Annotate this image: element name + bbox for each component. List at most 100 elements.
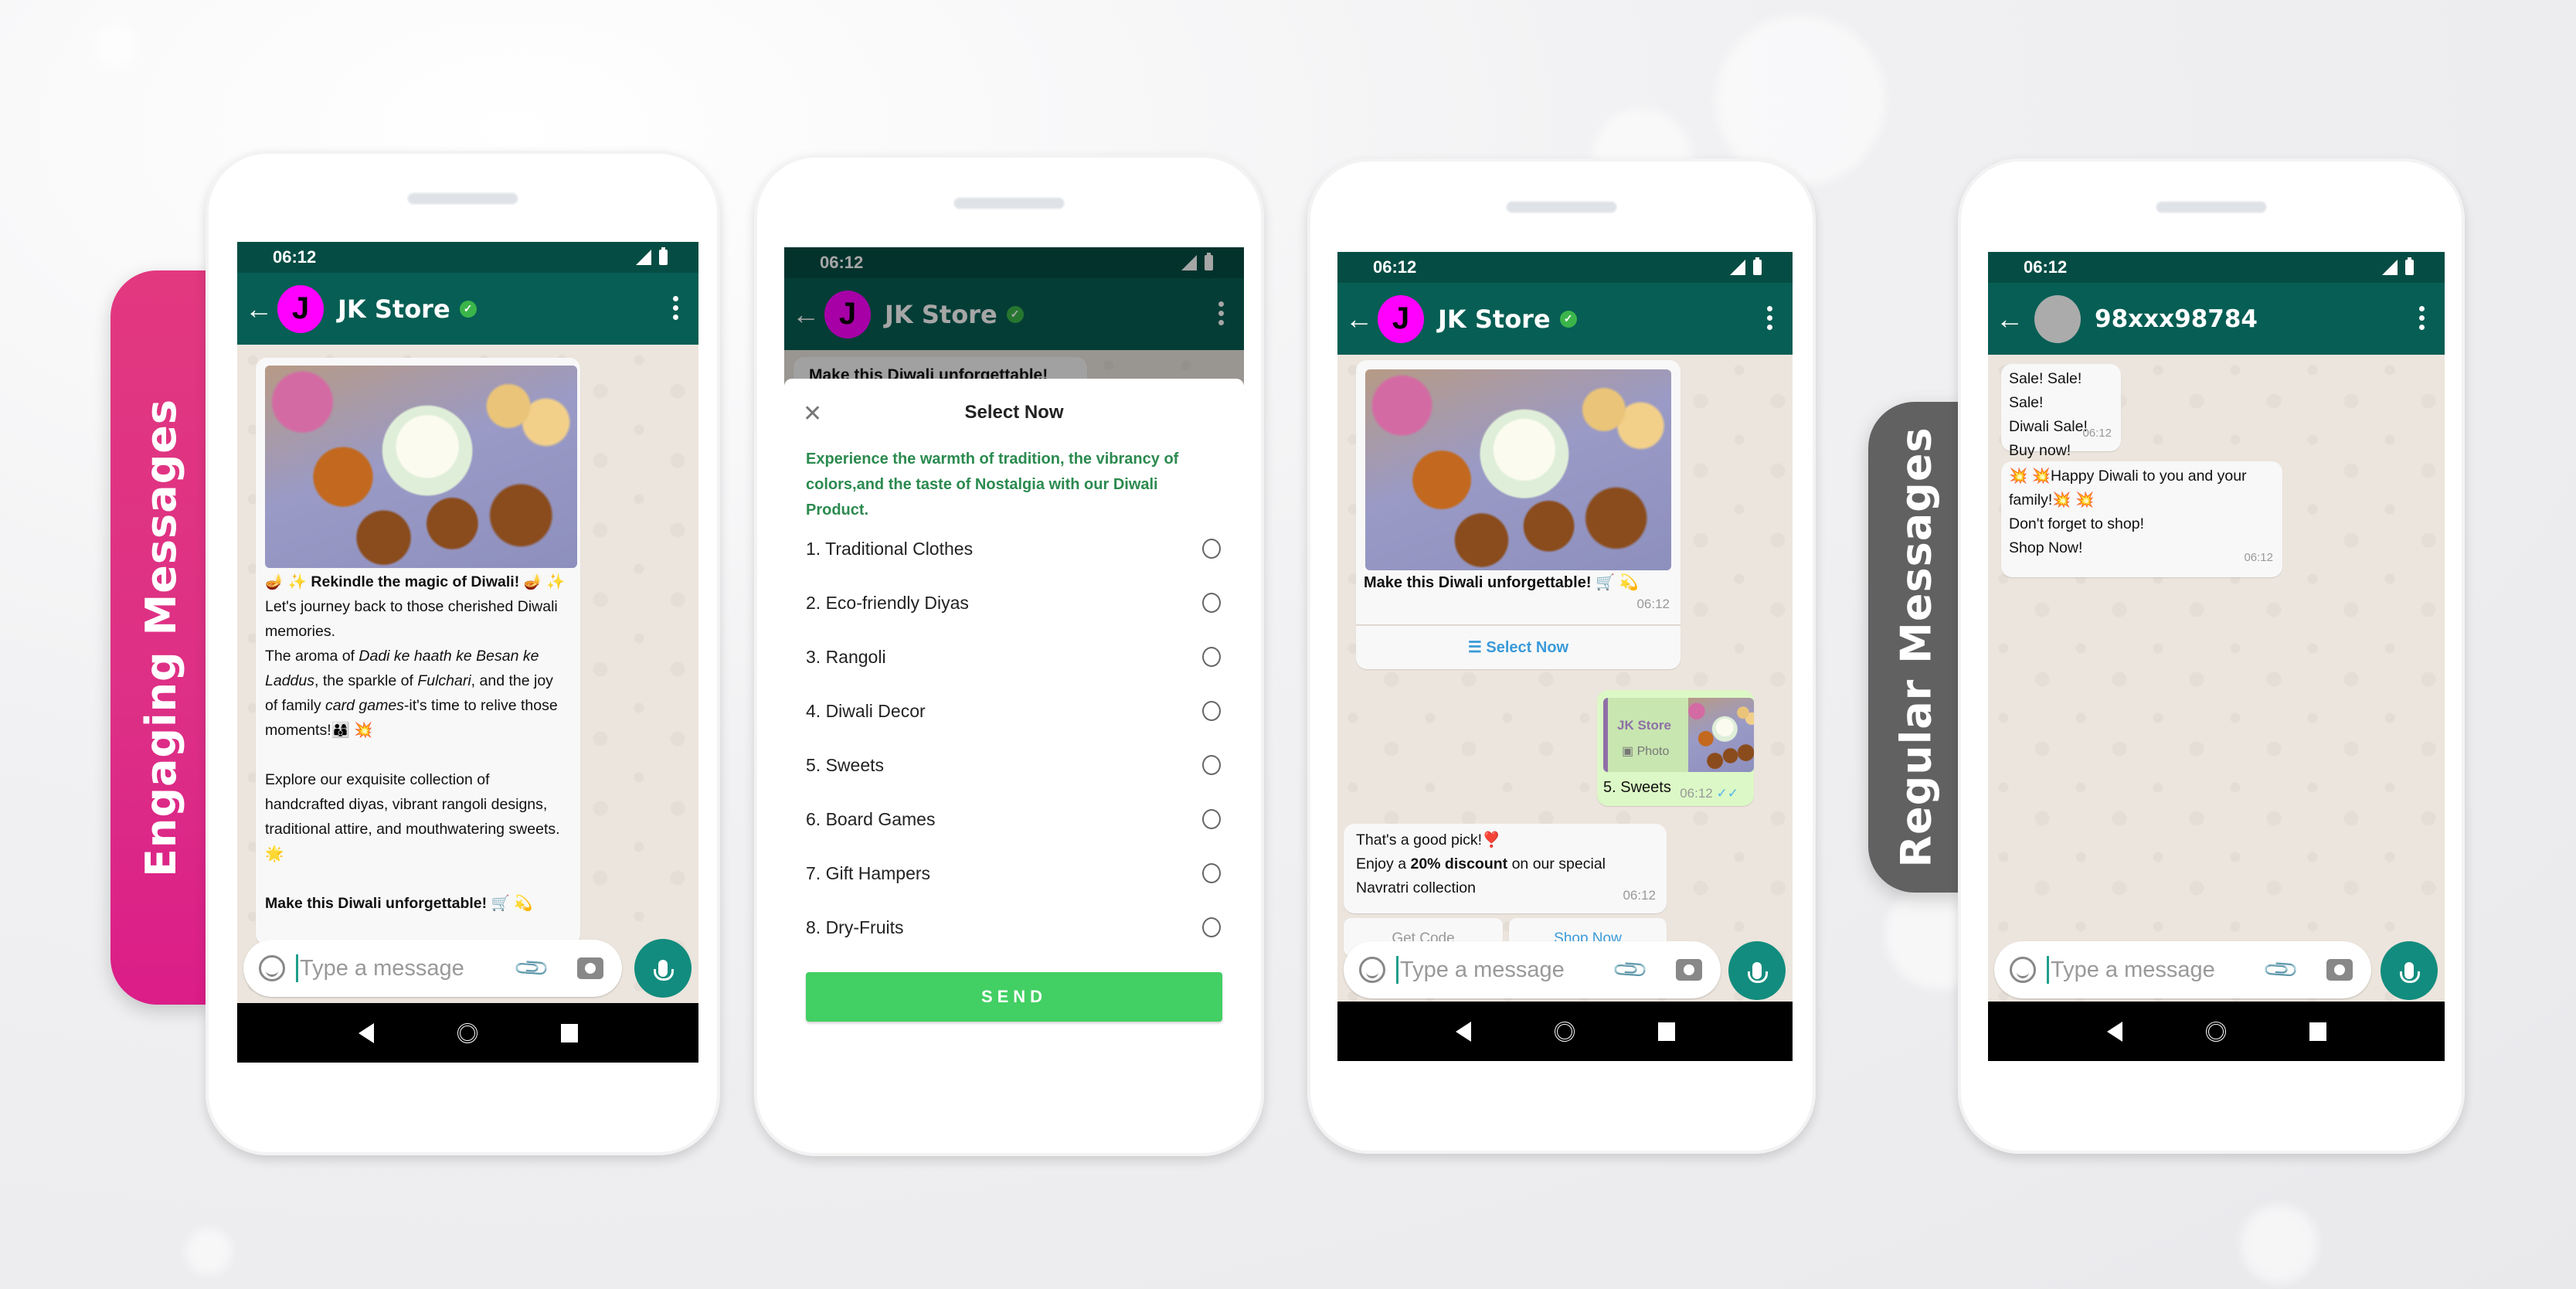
list-option[interactable]: 3. Rangoli bbox=[806, 641, 1221, 672]
quoted-message[interactable]: JK Store ▣ Photo bbox=[1603, 698, 1754, 772]
contact-avatar[interactable]: J bbox=[1378, 294, 1424, 343]
discount-message-bubble: That's a good pick!❣️ Enjoy a 20% discou… bbox=[1344, 824, 1667, 913]
nav-recents-icon[interactable] bbox=[2309, 1022, 2326, 1041]
more-options-icon[interactable] bbox=[2419, 306, 2425, 330]
quote-thumbnail bbox=[1688, 698, 1754, 772]
phone-screen: 06:12 ← J JK Store ✓ Make this Diwali un… bbox=[784, 247, 1244, 1063]
radio-button[interactable] bbox=[1202, 917, 1221, 937]
quote-sender: JK Store bbox=[1617, 718, 1671, 733]
attach-icon[interactable]: 📎 bbox=[2262, 950, 2301, 989]
nav-home-icon[interactable] bbox=[1554, 1021, 1575, 1042]
signal-icon bbox=[2382, 260, 2398, 275]
message-closing: Make this Diwali unforgettable! 🛒 💫 bbox=[265, 895, 533, 912]
emoji-icon[interactable] bbox=[259, 955, 285, 981]
radio-button[interactable] bbox=[1202, 701, 1221, 721]
diwali-sweets-photo[interactable] bbox=[265, 366, 577, 568]
message-input[interactable]: Type a message bbox=[300, 956, 518, 981]
response-line-1: That's a good pick!❣️ bbox=[1356, 832, 1501, 849]
engaging-messages-label: Engaging Messages bbox=[110, 270, 211, 1005]
message-line: Shop Now! bbox=[2009, 539, 2083, 556]
message-input-bar[interactable]: Type a message 📎 bbox=[1344, 941, 1721, 998]
phone-regular-message: 06:12 ← 98xxx98784 Sale! Sale! Sale! Diw… bbox=[1958, 158, 2465, 1154]
emoji-icon[interactable] bbox=[2010, 957, 2036, 983]
status-bar: 06:12 bbox=[237, 242, 698, 273]
list-option[interactable]: 1. Traditional Clothes bbox=[806, 533, 1221, 564]
radio-button[interactable] bbox=[1202, 809, 1221, 829]
camera-icon[interactable] bbox=[577, 957, 603, 979]
android-nav-bar bbox=[1337, 1002, 1793, 1061]
mic-button[interactable] bbox=[1728, 941, 1786, 1000]
emoji-icon[interactable] bbox=[1359, 957, 1385, 983]
avatar-letter: J bbox=[1392, 301, 1410, 335]
camera-icon[interactable] bbox=[2326, 959, 2353, 981]
chat-header: ← 98xxx98784 bbox=[1988, 283, 2445, 355]
more-options-icon[interactable] bbox=[1767, 306, 1772, 330]
status-time: 06:12 bbox=[2024, 257, 2068, 277]
nav-back-icon[interactable] bbox=[2106, 1021, 2122, 1042]
select-now-button[interactable]: ☰ Select Now bbox=[1356, 626, 1681, 669]
list-option[interactable]: 8. Dry-Fruits bbox=[806, 912, 1221, 943]
message-input[interactable]: Type a message bbox=[2051, 957, 2267, 983]
phone-select-list: 06:12 ← J JK Store ✓ Make this Diwali un… bbox=[754, 155, 1264, 1156]
radio-button[interactable] bbox=[1202, 593, 1221, 613]
message-line: Sale! Sale! Sale! bbox=[2009, 370, 2082, 411]
attach-icon[interactable]: 📎 bbox=[1611, 950, 1650, 989]
status-time: 06:12 bbox=[273, 247, 317, 267]
nav-recents-icon[interactable] bbox=[1657, 1022, 1675, 1041]
text-caret bbox=[2047, 956, 2049, 984]
radio-button[interactable] bbox=[1202, 755, 1221, 775]
mic-button[interactable] bbox=[634, 939, 692, 998]
radio-button[interactable] bbox=[1202, 647, 1221, 667]
more-options-icon[interactable] bbox=[673, 296, 678, 320]
contact-avatar[interactable]: J bbox=[277, 284, 324, 333]
bokeh-decoration bbox=[2241, 1206, 2318, 1283]
contact-name[interactable]: JK Store bbox=[338, 294, 450, 324]
text-caret bbox=[1396, 956, 1398, 984]
contact-name[interactable]: 98xxx98784 bbox=[2095, 305, 2258, 333]
list-option[interactable]: 5. Sweets bbox=[806, 750, 1221, 781]
back-arrow-icon[interactable]: ← bbox=[1991, 304, 2028, 333]
message-input-bar[interactable]: Type a message 📎 bbox=[243, 940, 622, 997]
text-caret bbox=[296, 954, 298, 982]
camera-icon[interactable] bbox=[1676, 959, 1702, 981]
back-arrow-icon[interactable]: ← bbox=[240, 294, 277, 323]
list-option[interactable]: 4. Diwali Decor bbox=[806, 696, 1221, 726]
android-nav-bar bbox=[1988, 1002, 2445, 1061]
message-input[interactable]: Type a message bbox=[1400, 957, 1616, 983]
message-line: Don't forget to shop! bbox=[2009, 515, 2144, 532]
send-button[interactable]: SEND bbox=[806, 972, 1222, 1022]
radio-button[interactable] bbox=[1202, 863, 1221, 883]
phone-screen: 06:12 ← 98xxx98784 Sale! Sale! Sale! Diw… bbox=[1988, 252, 2445, 1061]
phone-speaker bbox=[953, 197, 1065, 209]
list-icon: ☰ bbox=[1467, 639, 1482, 656]
battery-icon bbox=[659, 247, 668, 265]
sheet-description: Experience the warmth of tradition, the … bbox=[806, 451, 1179, 519]
nav-back-icon[interactable] bbox=[358, 1022, 374, 1043]
message-time: 06:12 bbox=[2244, 551, 2273, 564]
nav-home-icon[interactable] bbox=[2205, 1021, 2226, 1042]
nav-back-icon[interactable] bbox=[1455, 1021, 1471, 1042]
battery-icon bbox=[1753, 257, 1762, 275]
phone-speaker bbox=[407, 192, 518, 205]
radio-button[interactable] bbox=[1202, 539, 1221, 559]
back-arrow-icon[interactable]: ← bbox=[1341, 304, 1378, 333]
contact-avatar[interactable] bbox=[2034, 294, 2081, 343]
diwali-sweets-photo[interactable] bbox=[1365, 369, 1671, 570]
image-caption: Make this Diwali unforgettable! 🛒 💫 bbox=[1364, 574, 1639, 591]
message-bubble: 💥 💥Happy Diwali to you and your family!💥… bbox=[2001, 461, 2282, 577]
message-time: 06:12 bbox=[1623, 888, 1656, 903]
nav-home-icon[interactable] bbox=[457, 1022, 477, 1043]
list-option[interactable]: 2. Eco-friendly Diyas bbox=[806, 587, 1221, 618]
list-option[interactable]: 7. Gift Hampers bbox=[806, 858, 1221, 889]
attach-icon[interactable]: 📎 bbox=[512, 948, 552, 988]
nav-recents-icon[interactable] bbox=[560, 1023, 578, 1042]
regular-messages-text: Regular Messages bbox=[1892, 427, 1941, 868]
list-option[interactable]: 6. Board Games bbox=[806, 804, 1221, 835]
contact-name[interactable]: JK Store bbox=[1438, 304, 1551, 334]
message-bubble: Sale! Sale! Sale! Diwali Sale! Buy now! … bbox=[2001, 364, 2121, 459]
select-now-label: Select Now bbox=[1486, 639, 1569, 656]
status-bar: 06:12 bbox=[1988, 252, 2445, 283]
mic-button[interactable] bbox=[2381, 941, 2438, 1000]
status-time: 06:12 bbox=[1373, 257, 1417, 277]
message-input-bar[interactable]: Type a message 📎 bbox=[1994, 941, 2371, 998]
